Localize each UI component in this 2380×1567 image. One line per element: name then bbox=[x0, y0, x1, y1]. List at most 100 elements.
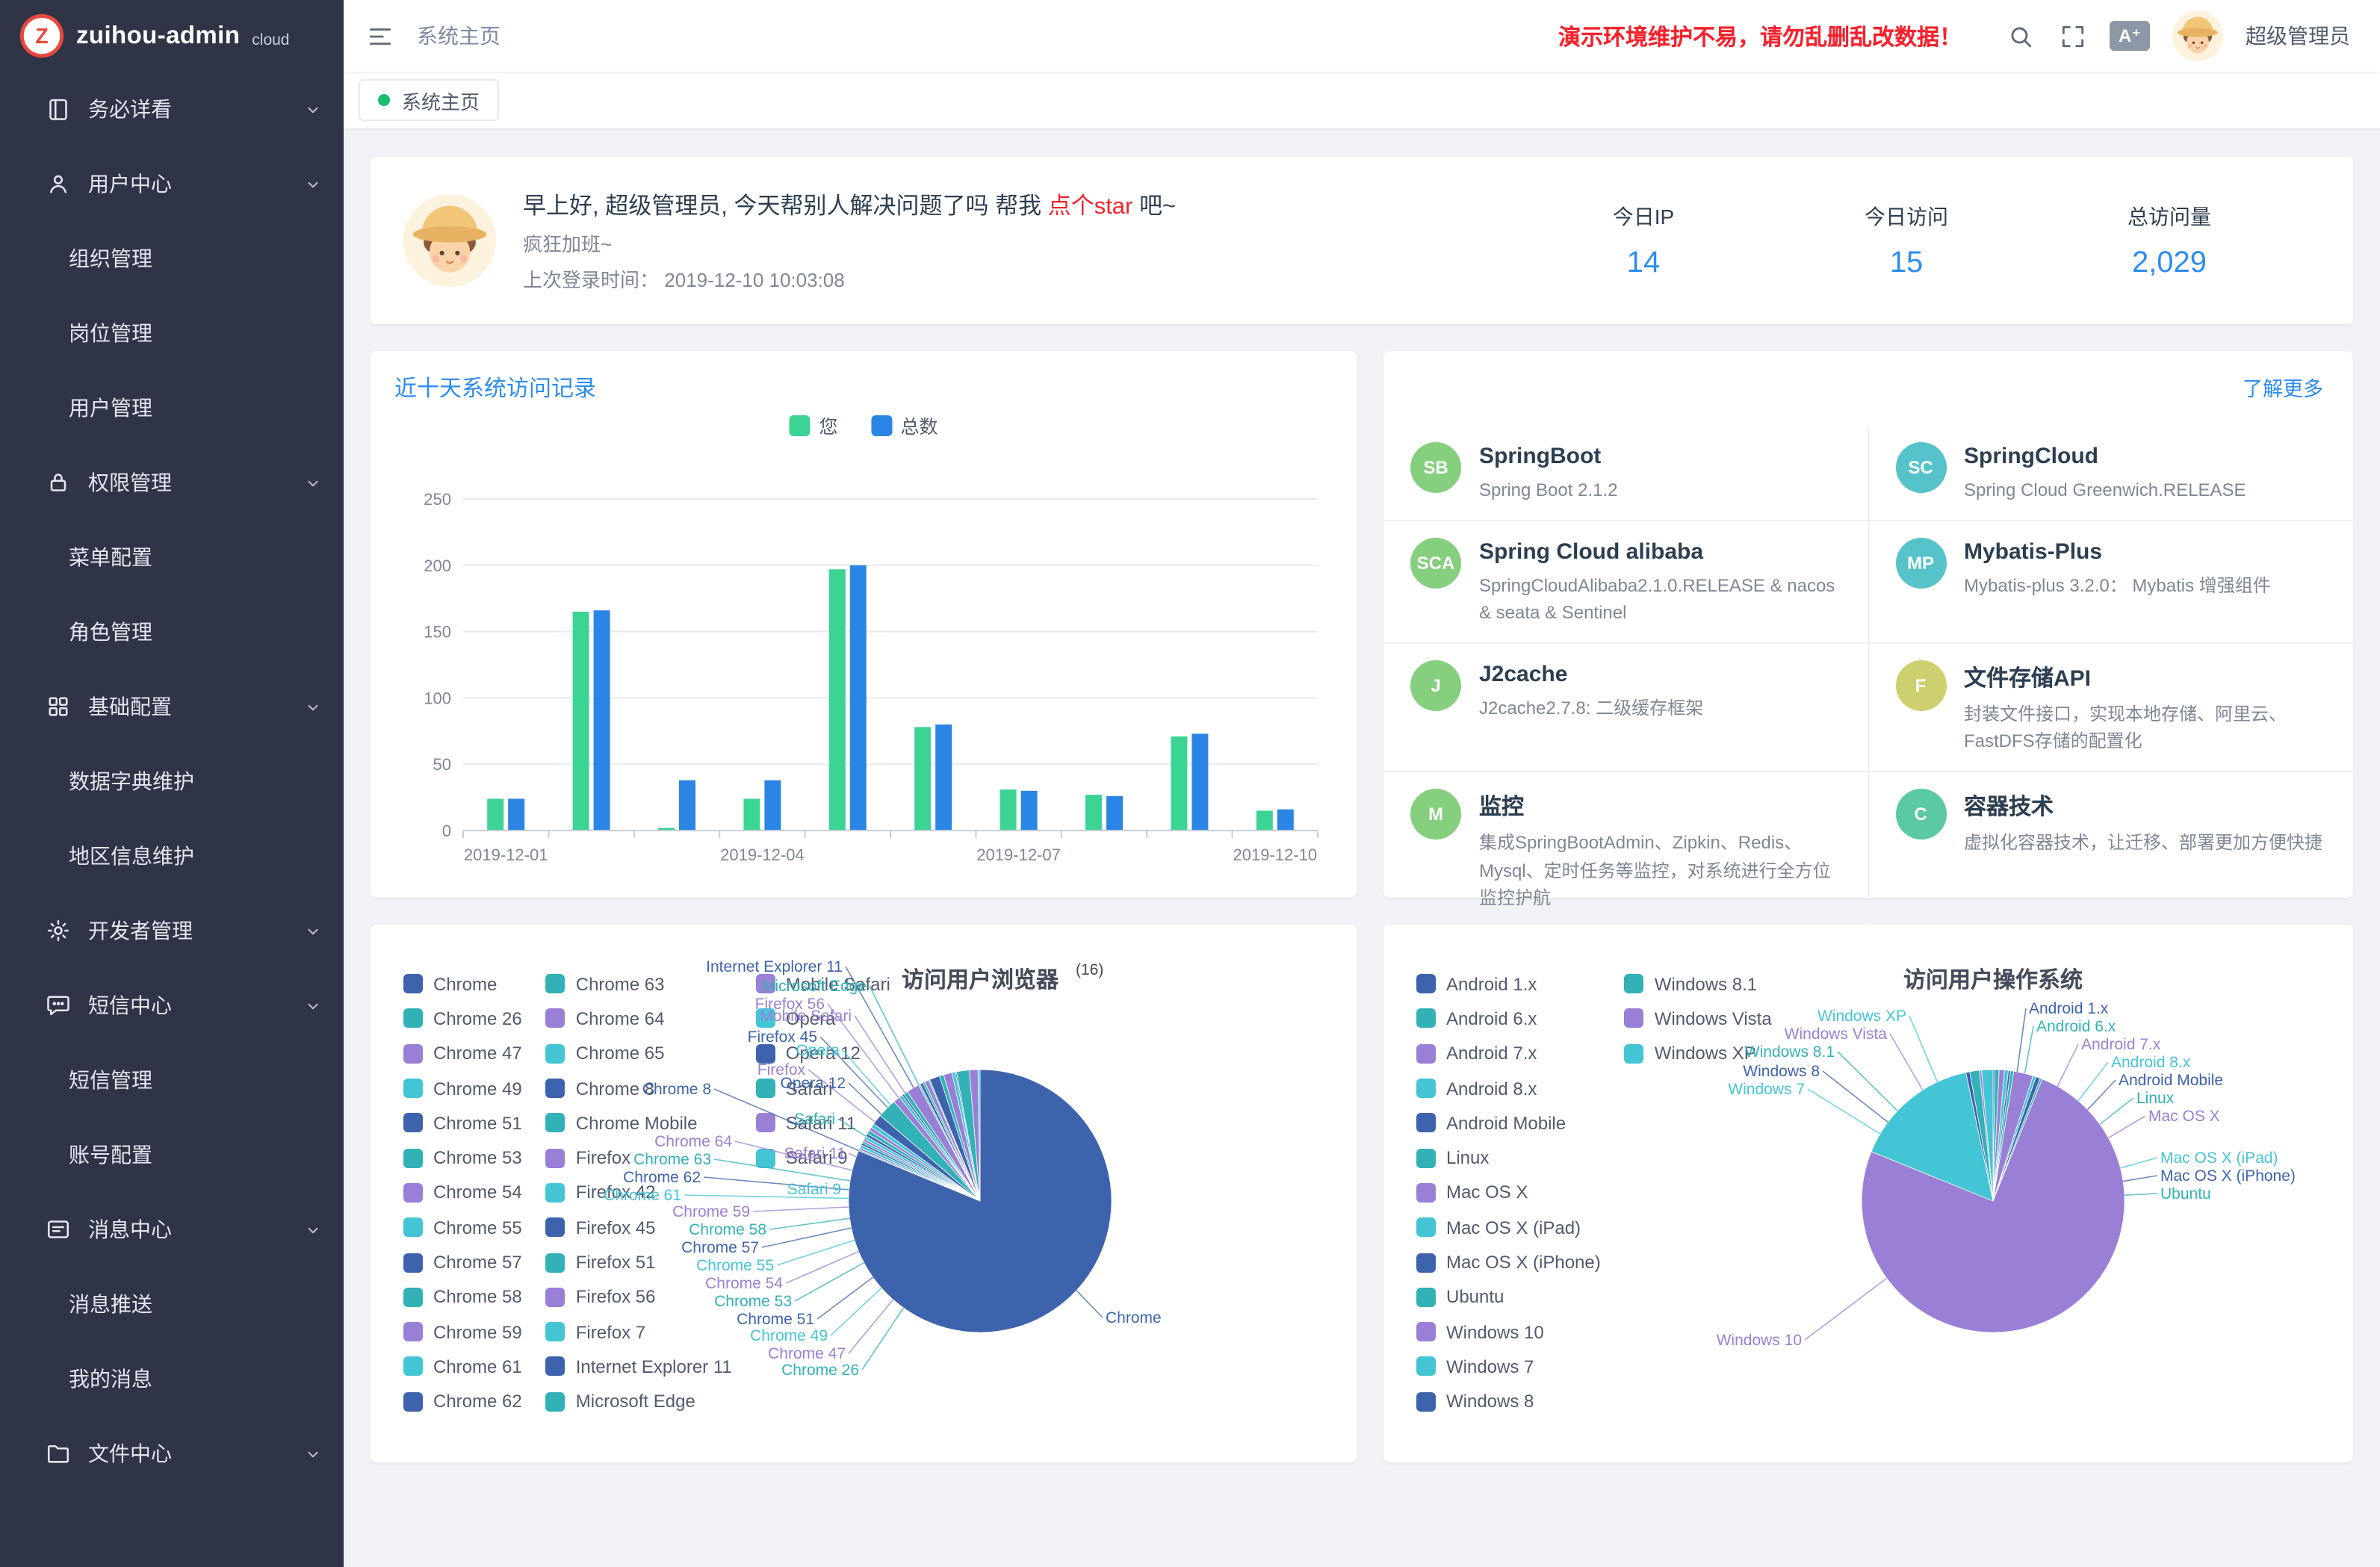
legend-item[interactable]: Chrome 8 bbox=[546, 1071, 732, 1106]
legend-item[interactable]: Safari bbox=[756, 1071, 890, 1106]
legend-item[interactable]: Microsoft Edge bbox=[546, 1384, 732, 1419]
legend-label: Chrome 63 bbox=[576, 973, 665, 994]
warning-text: 演示环境维护不易，请勿乱删乱改数据！ bbox=[1558, 20, 1962, 52]
legend-item[interactable]: Chrome 57 bbox=[403, 1245, 522, 1280]
legend-item[interactable]: Mac OS X bbox=[1416, 1176, 1601, 1211]
breadcrumb[interactable]: 系统主页 bbox=[417, 21, 501, 51]
bar-legend-item[interactable]: 总数 bbox=[871, 411, 938, 439]
legend-item[interactable]: Firefox bbox=[546, 1141, 732, 1176]
legend-item[interactable]: Chrome 55 bbox=[403, 1210, 522, 1245]
legend-item[interactable]: Chrome 64 bbox=[546, 1002, 732, 1037]
sidebar-item-menu-config[interactable]: 菜单配置 bbox=[0, 520, 344, 595]
legend-item[interactable]: Mac OS X (iPhone) bbox=[1416, 1245, 1601, 1280]
sidebar-item-role-management[interactable]: 角色管理 bbox=[0, 595, 344, 669]
legend-swatch bbox=[403, 1043, 423, 1063]
greeting-card: 早上好, 超级管理员, 今天帮别人解决问题了吗 帮我 点个star 吧~ 疯狂加… bbox=[371, 157, 2353, 324]
legend-item[interactable]: Internet Explorer 11 bbox=[546, 1350, 732, 1385]
legend-item[interactable]: Chrome bbox=[403, 966, 522, 1002]
legend-item[interactable]: Chrome 49 bbox=[403, 1071, 522, 1106]
legend-item[interactable]: Windows 7 bbox=[1416, 1350, 1601, 1385]
message-icon bbox=[45, 1216, 72, 1243]
legend-item[interactable]: Chrome 61 bbox=[403, 1350, 522, 1385]
legend-item[interactable]: Windows XP bbox=[1625, 1036, 1772, 1071]
legend-item[interactable]: Android 7.x bbox=[1416, 1036, 1601, 1071]
font-size-icon[interactable]: A⁺ bbox=[2110, 21, 2150, 51]
legend-item[interactable]: Android 1.x bbox=[1416, 966, 1601, 1002]
legend-item[interactable]: Mac OS X (iPad) bbox=[1416, 1210, 1601, 1245]
legend-item[interactable]: Chrome 54 bbox=[403, 1176, 522, 1211]
chevron-down-icon bbox=[303, 473, 323, 492]
visits-bar-chart: 0501001502002502019-12-012019-12-042019-… bbox=[394, 478, 1333, 886]
bar-legend-item[interactable]: 您 bbox=[789, 411, 837, 439]
legend-label: Windows 8 bbox=[1446, 1391, 1534, 1412]
legend-swatch bbox=[546, 1043, 565, 1063]
legend-item[interactable]: Chrome 59 bbox=[403, 1315, 522, 1350]
sidebar-item-sms-center[interactable]: 短信中心 bbox=[0, 968, 344, 1043]
star-link[interactable]: 点个star bbox=[1048, 194, 1133, 220]
legend-item[interactable]: Chrome Mobile bbox=[546, 1105, 732, 1141]
legend-item[interactable]: Chrome 62 bbox=[403, 1384, 522, 1419]
legend-item[interactable]: Opera bbox=[756, 1002, 890, 1037]
legend-label: Chrome 59 bbox=[433, 1321, 522, 1342]
legend-label: Windows XP bbox=[1655, 1043, 1756, 1064]
legend-swatch bbox=[1416, 1148, 1436, 1167]
sidebar-item-file-center[interactable]: 文件中心 bbox=[0, 1416, 344, 1491]
sidebar-item-data-dict[interactable]: 数据字典维护 bbox=[0, 744, 344, 819]
legend-item[interactable]: Android Mobile bbox=[1416, 1105, 1601, 1141]
legend-swatch bbox=[403, 1148, 423, 1167]
legend-item[interactable]: Firefox 51 bbox=[546, 1245, 732, 1280]
app-logo[interactable]: Z zuihou-admin cloud bbox=[0, 0, 344, 72]
search-icon[interactable] bbox=[2005, 21, 2035, 51]
legend-item[interactable]: Chrome 58 bbox=[403, 1279, 522, 1315]
legend-item[interactable]: Android 6.x bbox=[1416, 1002, 1601, 1037]
legend-item[interactable]: Firefox 42 bbox=[546, 1176, 732, 1211]
legend-item[interactable]: Chrome 47 bbox=[403, 1036, 522, 1071]
fullscreen-icon[interactable] bbox=[2057, 21, 2087, 51]
tab-home[interactable]: 系统主页 bbox=[359, 79, 499, 121]
legend-label: 总数 bbox=[901, 411, 938, 439]
sidebar-item-org-management[interactable]: 组织管理 bbox=[0, 221, 344, 296]
sidebar-item-message-center[interactable]: 消息中心 bbox=[0, 1192, 344, 1267]
legend-item[interactable]: Safari 11 bbox=[756, 1105, 890, 1141]
legend-item[interactable]: Windows Vista bbox=[1625, 1002, 1772, 1037]
legend-item[interactable]: Opera 12 bbox=[756, 1036, 890, 1071]
legend-item[interactable]: Windows 8 bbox=[1416, 1384, 1601, 1419]
sidebar-item-my-messages[interactable]: 我的消息 bbox=[0, 1341, 344, 1416]
learn-more-link[interactable]: 了解更多 bbox=[2243, 372, 2323, 402]
svg-text:50: 50 bbox=[433, 755, 451, 774]
legend-item[interactable]: Windows 8.1 bbox=[1625, 966, 1772, 1002]
legend-item[interactable]: Chrome 53 bbox=[403, 1141, 522, 1176]
legend-item[interactable]: Windows 10 bbox=[1416, 1315, 1601, 1350]
sidebar-item-post-management[interactable]: 岗位管理 bbox=[0, 296, 344, 370]
legend-item[interactable]: Mobile Safari bbox=[756, 966, 890, 1002]
legend-item[interactable]: Chrome 65 bbox=[546, 1036, 732, 1071]
sidebar-item-message-push[interactable]: 消息推送 bbox=[0, 1267, 344, 1341]
legend-item[interactable]: Firefox 7 bbox=[546, 1315, 732, 1350]
legend-swatch bbox=[546, 1357, 565, 1377]
legend-item[interactable]: Ubuntu bbox=[1416, 1279, 1601, 1315]
sidebar-item-base-config[interactable]: 基础配置 bbox=[0, 669, 344, 744]
legend-label: Chrome 65 bbox=[576, 1043, 665, 1064]
legend-item[interactable]: Safari 9 bbox=[756, 1141, 890, 1176]
legend-item[interactable]: Chrome 51 bbox=[403, 1105, 522, 1141]
legend-item[interactable]: Chrome 26 bbox=[403, 1002, 522, 1037]
legend-label: Firefox 7 bbox=[576, 1321, 645, 1342]
user-avatar[interactable] bbox=[2172, 10, 2223, 61]
sidebar-item-sms-management[interactable]: 短信管理 bbox=[0, 1043, 344, 1117]
legend-label: Safari 11 bbox=[786, 1113, 856, 1134]
sidebar-item-region-info[interactable]: 地区信息维护 bbox=[0, 819, 344, 893]
sidebar-item-sms-account[interactable]: 账号配置 bbox=[0, 1117, 344, 1192]
sidebar-item-dev-management[interactable]: 开发者管理 bbox=[0, 893, 344, 968]
menu-collapse-icon[interactable] bbox=[365, 21, 394, 51]
legend-item[interactable]: Linux bbox=[1416, 1141, 1601, 1176]
legend-item[interactable]: Firefox 56 bbox=[546, 1279, 732, 1315]
legend-item[interactable]: Firefox 45 bbox=[546, 1210, 732, 1245]
legend-item[interactable]: Android 8.x bbox=[1416, 1071, 1601, 1106]
sidebar-item-label: 数据字典维护 bbox=[69, 766, 194, 796]
sidebar-item-must-read[interactable]: 务必详看 bbox=[0, 72, 344, 146]
sidebar-item-auth-management[interactable]: 权限管理 bbox=[0, 445, 344, 520]
sidebar-item-user-management[interactable]: 用户管理 bbox=[0, 370, 344, 445]
legend-item[interactable]: Chrome 63 bbox=[546, 966, 732, 1002]
visits-chart-card: 近十天系统访问记录 您总数 0501001502002502019-12-012… bbox=[371, 351, 1357, 898]
sidebar-item-user-center[interactable]: 用户中心 bbox=[0, 146, 344, 221]
